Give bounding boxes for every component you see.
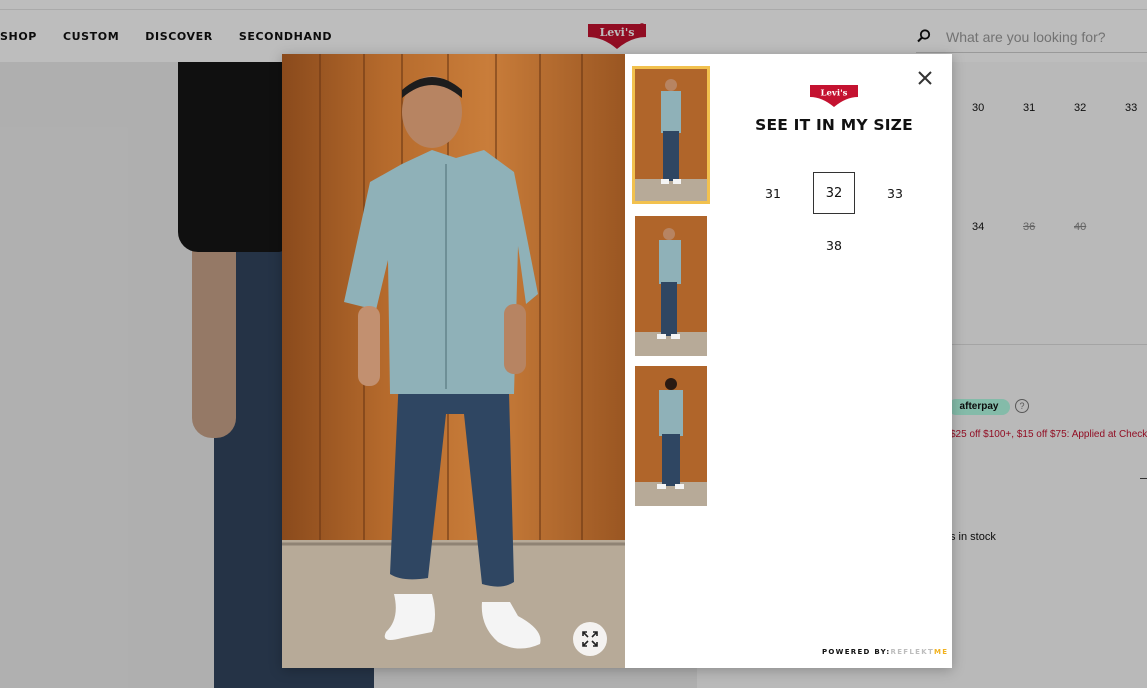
thumbnail-back-view[interactable] [635,366,707,506]
powered-by-label: POWERED BY: [822,648,891,656]
thumbnail-side-view[interactable] [635,216,707,356]
size-option-33[interactable]: 33 [874,172,916,214]
modal-logo-text: Levi's [821,89,848,99]
powered-by-brand[interactable]: REFLEKT [891,648,935,656]
expand-icon[interactable] [573,622,607,656]
close-icon[interactable] [915,68,935,88]
powered-by-credit: POWERED BY:REFLEKTME [822,648,948,656]
powered-by-brand-accent[interactable]: ME [934,648,948,656]
size-option-31[interactable]: 31 [752,172,794,214]
modal-title: SEE IT IN MY SIZE [755,116,913,134]
see-it-in-my-size-modal: Levi's SEE IT IN MY SIZE 31 32 33 38 POW… [282,54,952,668]
thumbnail-front-view[interactable] [632,66,710,204]
size-option-38[interactable]: 38 [813,224,855,266]
main-model-photo [282,54,625,668]
modal-levis-logo: Levi's [809,84,859,108]
size-option-32-selected[interactable]: 32 [813,172,855,214]
